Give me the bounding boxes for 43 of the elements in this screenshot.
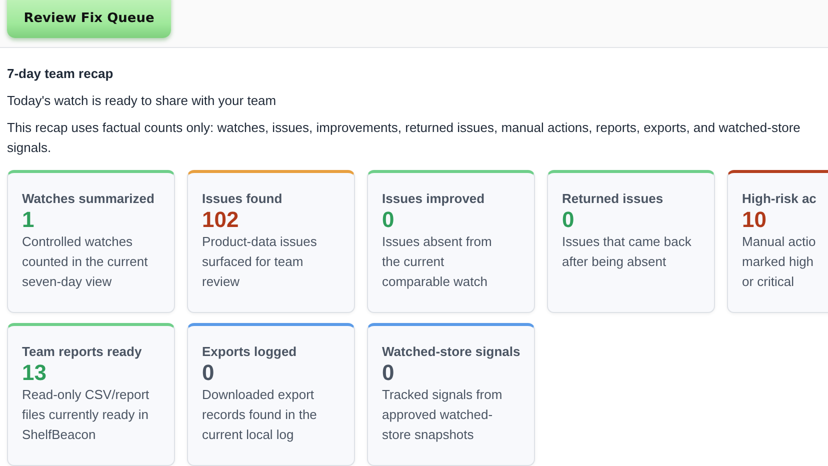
stat-description: marked high	[742, 253, 815, 271]
stat-title: Issues found	[202, 190, 284, 208]
stat-value: 0	[382, 361, 396, 385]
stat-value: 0	[562, 208, 576, 232]
stat-description: Issues that came back	[562, 233, 692, 251]
stat-value: 10	[742, 208, 768, 232]
stat-description: current local log	[202, 426, 295, 444]
stat-title: Watched-store signals	[382, 343, 522, 361]
stat-title: Watches summarized	[22, 190, 156, 208]
stat-description: files currently ready in	[22, 406, 150, 424]
stat-description: ShelfBeacon	[22, 426, 97, 444]
stat-description: Downloaded export	[202, 386, 316, 404]
stat-value: 13	[22, 361, 48, 385]
review-fix-queue-button[interactable]: Review Fix Queue	[7, 0, 171, 38]
stat-description: or critical	[742, 273, 796, 291]
stat-description: Issues absent from	[382, 233, 493, 251]
stat-description: seven-day view	[22, 273, 113, 291]
stat-description: records found in the	[202, 406, 318, 424]
stat-description: comparable watch	[382, 273, 488, 291]
stat-description: Tracked signals from	[382, 386, 504, 404]
stat-description: store snapshots	[382, 426, 475, 444]
stat-title: Exports logged	[202, 343, 298, 361]
stat-description: Product-data issues	[202, 233, 318, 251]
stat-description: Read-only CSV/report	[22, 386, 150, 404]
stat-value: 0	[382, 208, 396, 232]
recap-subtitle: Today's watch is ready to share with your team	[7, 93, 278, 108]
stat-description: after being absent	[562, 253, 668, 271]
stat-description: counted in the current	[22, 253, 149, 271]
stat-value: 102	[202, 208, 240, 232]
stat-title: Issues improved	[382, 190, 486, 208]
stat-description: Controlled watches	[22, 233, 134, 251]
stat-description: the current	[382, 253, 446, 271]
stat-value: 1	[22, 208, 36, 232]
stat-title: Team reports ready	[22, 343, 143, 361]
recap-note: This recap uses factual counts only: watches, issues, improvements, returned issues, manual actions, reports, exports, and watched-store signals.	[7, 119, 802, 157]
recap-title: 7-day team recap	[7, 66, 114, 81]
stat-value: 0	[202, 361, 216, 385]
stat-description: Manual actio	[742, 233, 817, 251]
stat-description: review	[202, 273, 241, 291]
stat-description: approved watched-	[382, 406, 494, 424]
stat-description: surfaced for team	[202, 253, 304, 271]
stat-title: High-risk ac	[742, 190, 818, 208]
stat-title: Returned issues	[562, 190, 664, 208]
